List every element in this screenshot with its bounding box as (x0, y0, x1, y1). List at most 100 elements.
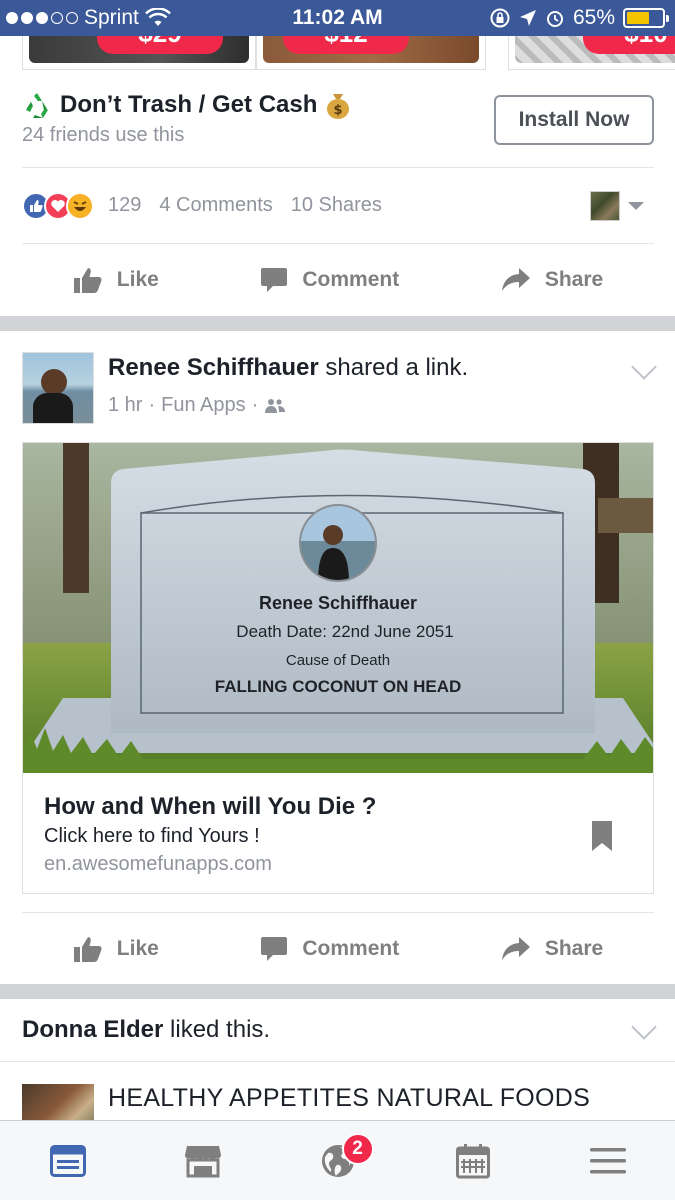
story-options-chevron-icon[interactable] (631, 1014, 657, 1040)
post-action-text: shared a link. (318, 354, 469, 381)
recycle-icon (26, 93, 48, 118)
tab-notifications[interactable]: 2 (308, 1131, 374, 1191)
story-context-row: Donna Elder liked this. (0, 998, 675, 1062)
share-button[interactable]: Share (501, 267, 603, 293)
comment-bubble-icon (261, 268, 288, 292)
tab-marketplace[interactable] (173, 1131, 233, 1191)
link-preview-text[interactable]: How and When will You Die ? Click here t… (23, 773, 653, 893)
tombstone-death-date: Death Date: 22nd June 2051 (236, 622, 453, 641)
like-label: Like (116, 936, 159, 960)
share-arrow-icon (501, 936, 530, 960)
liked-action: liked this. (163, 1016, 271, 1043)
tab-menu[interactable] (578, 1131, 638, 1191)
meta-separator: · (148, 394, 156, 416)
meta-separator: · (251, 394, 259, 416)
page-name[interactable]: HEALTHY APPETITES NATURAL FOODS (108, 1084, 590, 1113)
reaction-count[interactable]: 129 (108, 194, 141, 217)
bookmark-icon[interactable] (591, 820, 613, 852)
comment-label: Comment (302, 936, 400, 960)
battery-fill (627, 12, 650, 24)
alarm-icon (546, 11, 563, 27)
post-time[interactable]: 1 hr (108, 394, 142, 417)
tombstone-cause: FALLING COCONUT ON HEAD (215, 677, 462, 696)
status-bar: Sprint 11:02 AM 65% (0, 0, 675, 36)
notification-badge: 2 (341, 1132, 374, 1165)
like-button[interactable]: Like (73, 266, 159, 294)
caret-down-icon (628, 202, 644, 210)
reactions-row: 129 4 Comments 10 Shares (22, 168, 654, 244)
share-count[interactable]: 10 Shares (291, 194, 382, 217)
viewer-avatar (590, 191, 620, 221)
comment-button[interactable]: Comment (260, 935, 399, 963)
status-right: 65% (489, 6, 669, 30)
share-label: Share (544, 936, 604, 960)
battery-icon (623, 8, 669, 28)
link-description: Click here to find Yours ! (44, 825, 260, 847)
price-tag: $10 (583, 36, 675, 54)
bench (598, 498, 653, 533)
link-preview-card[interactable]: Renee Schiffhauer Death Date: 22nd June … (22, 442, 654, 894)
author-name[interactable]: Renee Schiffhauer (108, 354, 319, 381)
svg-text:$: $ (334, 103, 343, 118)
page-avatar[interactable] (22, 1084, 94, 1122)
promo-title: Don’t Trash / Get Cash (60, 91, 318, 118)
app-promo: Don’t Trash / Get Cash $ 24 friends use … (22, 84, 654, 168)
link-preview-image[interactable]: Renee Schiffhauer Death Date: 22nd June … (23, 443, 653, 773)
share-arrow-icon (501, 268, 530, 291)
price-tag: $12 (283, 36, 409, 54)
post-options-chevron-icon[interactable] (631, 354, 657, 380)
comment-count[interactable]: 4 Comments (159, 194, 272, 217)
comment-button[interactable]: Comment (260, 266, 399, 294)
menu-icon (589, 1147, 626, 1173)
post-header: Renee Schiffhauer shared a link. 1 hr · … (0, 332, 675, 442)
bottom-tab-bar: 2 (0, 1120, 675, 1200)
link-domain: en.awesomefunapps.com (44, 853, 272, 875)
marketplace-icon (184, 1145, 221, 1177)
location-arrow-icon (519, 10, 536, 26)
avatar-head (41, 369, 67, 395)
feed-divider (0, 984, 675, 999)
post-action-bar: Like Comment Share (22, 912, 654, 984)
next-post-preview[interactable]: HEALTHY APPETITES NATURAL FOODS (0, 1062, 675, 1122)
haha-reaction-icon (66, 191, 94, 220)
carousel-card[interactable]: $29 (22, 36, 256, 70)
like-button[interactable]: Like (73, 935, 159, 963)
rotation-lock-icon (490, 8, 510, 28)
tombstone-cause-label: Cause of Death (286, 652, 390, 669)
liker-name[interactable]: Donna Elder (22, 1016, 163, 1043)
promo-title-row[interactable]: Don’t Trash / Get Cash $ (22, 90, 351, 120)
install-now-button[interactable]: Install Now (494, 95, 654, 145)
liked-text: Donna Elder liked this. (22, 1016, 270, 1044)
tab-events[interactable] (443, 1131, 503, 1191)
share-button[interactable]: Share (501, 936, 603, 962)
news-feed-icon (49, 1144, 86, 1177)
post-action-bar: Like Comment Share (22, 244, 654, 316)
post-app[interactable]: Fun Apps (161, 394, 246, 417)
carousel-card[interactable]: $10 (508, 36, 675, 70)
price-tag: $29 (97, 36, 223, 54)
link-title[interactable]: How and When will You Die ? (44, 793, 376, 821)
comment-bubble-icon (261, 936, 288, 961)
friends-icon (265, 398, 286, 413)
thumbs-up-icon (73, 936, 102, 962)
carousel-card[interactable]: $12 (256, 36, 486, 70)
reaction-icons[interactable] (22, 191, 94, 220)
author-avatar[interactable] (22, 352, 94, 424)
feed-divider (0, 316, 675, 331)
audience-selector[interactable] (590, 191, 644, 221)
events-calendar-icon (455, 1143, 490, 1178)
money-bag-icon: $ (327, 94, 350, 119)
avatar-body (33, 393, 73, 423)
thumbs-up-icon (73, 268, 102, 293)
share-label: Share (544, 268, 604, 291)
post-author-line: Renee Schiffhauer shared a link. (108, 354, 468, 382)
tree-trunk (63, 443, 89, 593)
post-meta: 1 hr · Fun Apps · (108, 394, 286, 417)
app-carousel[interactable]: $29 $12 $10 (0, 36, 675, 74)
tombstone-image: Renee Schiffhauer Death Date: 22nd June … (23, 443, 653, 773)
tab-news-feed[interactable] (38, 1131, 98, 1191)
battery-percent: 65% (572, 6, 615, 29)
tombstone-name: Renee Schiffhauer (259, 593, 417, 613)
comment-label: Comment (302, 268, 400, 291)
promo-friends-count: 24 friends use this (22, 124, 185, 146)
